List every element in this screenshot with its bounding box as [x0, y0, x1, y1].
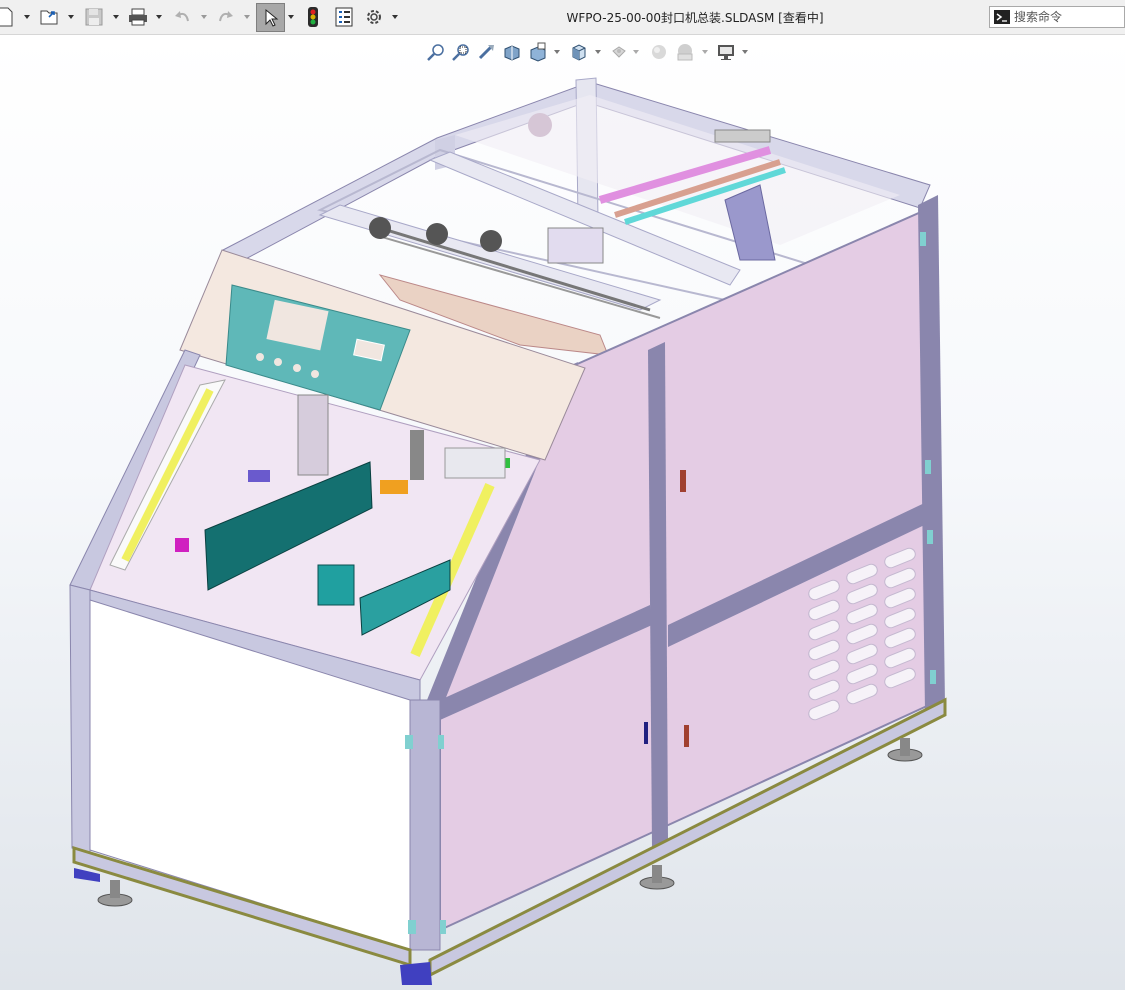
title-toolbar: WFPO-25-00-00封口机总装.SLDASM [查看中] — [0, 0, 1125, 35]
print-button[interactable] — [126, 5, 150, 29]
redo-dropdown[interactable] — [243, 6, 251, 28]
command-prompt-icon — [994, 10, 1010, 24]
file-properties-button[interactable] — [332, 5, 356, 29]
new-document-icon — [0, 7, 13, 27]
assembly-model[interactable] — [0, 35, 1125, 990]
traffic-light-icon — [308, 7, 318, 27]
gear-icon — [367, 10, 381, 24]
undo-icon — [175, 11, 189, 22]
document-title: WFPO-25-00-00封口机总装.SLDASM [查看中] — [566, 11, 824, 25]
open-button[interactable] — [38, 5, 62, 29]
search-input[interactable] — [1014, 7, 1122, 27]
options-button[interactable] — [362, 5, 386, 29]
select-dropdown[interactable] — [287, 6, 295, 28]
redo-button[interactable] — [214, 5, 238, 29]
save-icon — [85, 8, 103, 26]
print-dropdown[interactable] — [155, 6, 163, 28]
select-arrow-icon — [265, 8, 278, 27]
right-cabinet — [425, 195, 945, 932]
undo-dropdown[interactable] — [200, 6, 208, 28]
redo-icon — [219, 11, 233, 22]
options-dropdown[interactable] — [391, 6, 399, 28]
undo-button[interactable] — [170, 5, 194, 29]
open-dropdown[interactable] — [67, 6, 75, 28]
open-folder-icon — [40, 10, 58, 25]
save-button[interactable] — [82, 5, 106, 29]
select-button[interactable] — [256, 3, 285, 32]
new-document-button[interactable] — [0, 5, 14, 29]
search-commands[interactable] — [989, 6, 1125, 28]
save-dropdown[interactable] — [112, 6, 120, 28]
new-document-dropdown[interactable] — [23, 6, 31, 28]
print-icon — [129, 8, 147, 26]
rebuild-button[interactable] — [302, 5, 324, 29]
file-properties-icon — [335, 7, 353, 27]
